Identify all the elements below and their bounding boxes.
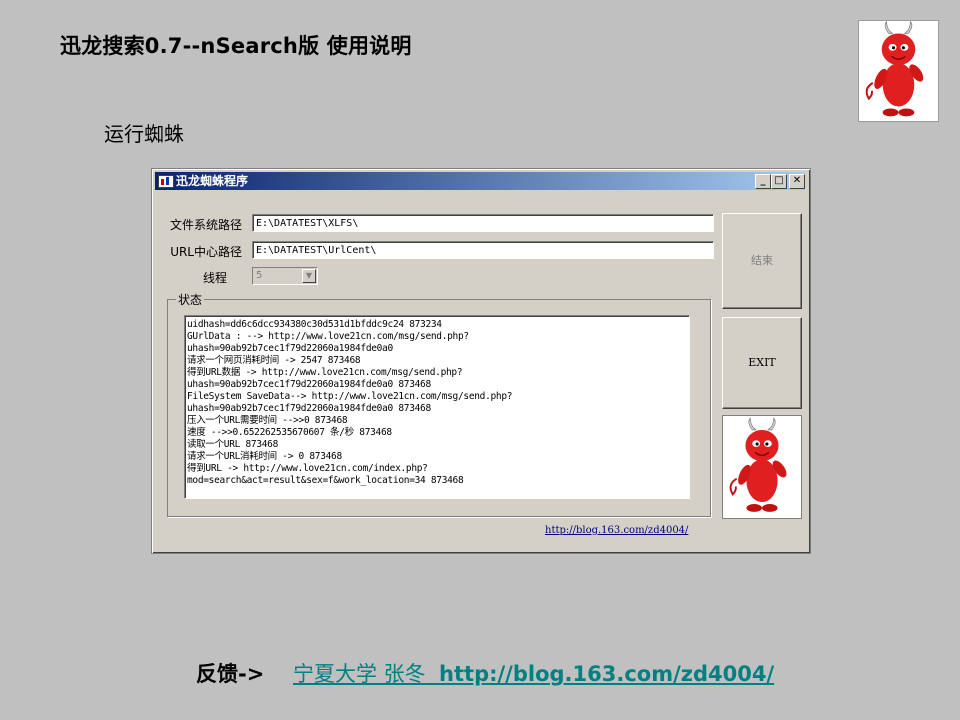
log-line: 速度 -->>0.652262535670607 条/秒 873468 [187,427,392,438]
mascot-picture [722,415,802,519]
threads-value: 5 [256,270,263,281]
window-title: 迅龙蜘蛛程序 [176,174,249,188]
log-line: uidhash=dd6c6dcc934380c30d531d1bfddc9c24… [187,319,442,330]
exit-button[interactable]: EXIT [722,317,802,409]
devil-mascot-icon [865,20,924,117]
url-path-label: URL中心路径 [170,245,242,259]
close-button[interactable]: ✕ [789,174,805,189]
slide-title: 迅龙搜索0.7--nSearch版 使用说明 [60,34,412,58]
feedback-link-author: 宁夏大学 张冬 [293,662,426,686]
logo-image [858,20,939,122]
log-line: mod=search&act=result&sex=f&work_locatio… [187,475,464,486]
blog-link[interactable]: http://blog.163.com/zd4004/ [545,525,688,536]
fs-path-input[interactable]: E:\DATATEST\XLFS\ [252,214,714,232]
devil-mascot-icon [729,417,787,512]
log-line: uhash=90ab92b7cec1f79d22060a1984fde0a0 [187,343,393,354]
url-path-input[interactable]: E:\DATATEST\UrlCent\ [252,241,714,259]
window-titlebar[interactable]: 迅龙蜘蛛程序 _ □ ✕ [155,172,805,190]
log-line: 压入一个URL需要时间 -->>0 873468 [187,415,348,426]
feedback-link[interactable]: 宁夏大学 张冬 http://blog.163.com/zd4004/ [293,662,774,686]
end-button[interactable]: 结束 [722,213,802,309]
log-line: 请求一个网页消耗时间 -> 2547 873468 [187,355,361,366]
threads-label: 线程 [202,271,227,285]
feedback-footer: 反馈-> 宁夏大学 张冬 http://blog.163.com/zd4004/ [196,658,774,688]
log-line: 得到URL数据 -> http://www.love21cn.com/msg/s… [187,367,463,378]
status-groupbox: 状态 uidhash=dd6c6dcc934380c30d531d1bfddc9… [167,291,711,517]
spider-app-window: 迅龙蜘蛛程序 _ □ ✕ 文件系统路径 E:\DATATEST\XLFS\ UR… [151,168,811,554]
chevron-down-icon[interactable]: ▼ [302,269,316,283]
log-line: GUrlData : --> http://www.love21cn.com/m… [187,331,469,342]
log-line: uhash=90ab92b7cec1f79d22060a1984fde0a0 8… [187,379,431,390]
threads-select[interactable]: 5 ▼ [252,267,318,285]
log-line: uhash=90ab92b7cec1f79d22060a1984fde0a0 8… [187,403,431,414]
log-line: 得到URL -> http://www.love21cn.com/index.p… [187,463,428,474]
maximize-button[interactable]: □ [771,174,787,189]
minimize-button[interactable]: _ [755,174,771,189]
app-window-icon[interactable] [158,175,174,188]
fs-path-label: 文件系统路径 [169,218,242,232]
status-log[interactable]: uidhash=dd6c6dcc934380c30d531d1bfddc9c24… [184,315,690,499]
section-subtitle: 运行蜘蛛 [104,122,184,146]
log-line: FileSystem SaveData--> http://www.love21… [187,391,513,402]
log-line: 请求一个URL消耗时间 -> 0 873468 [187,451,342,462]
status-label: 状态 [176,291,205,308]
feedback-link-url: http://blog.163.com/zd4004/ [439,662,775,686]
feedback-label: 反馈-> [196,662,265,686]
log-line: 读取一个URL 873468 [187,439,278,450]
